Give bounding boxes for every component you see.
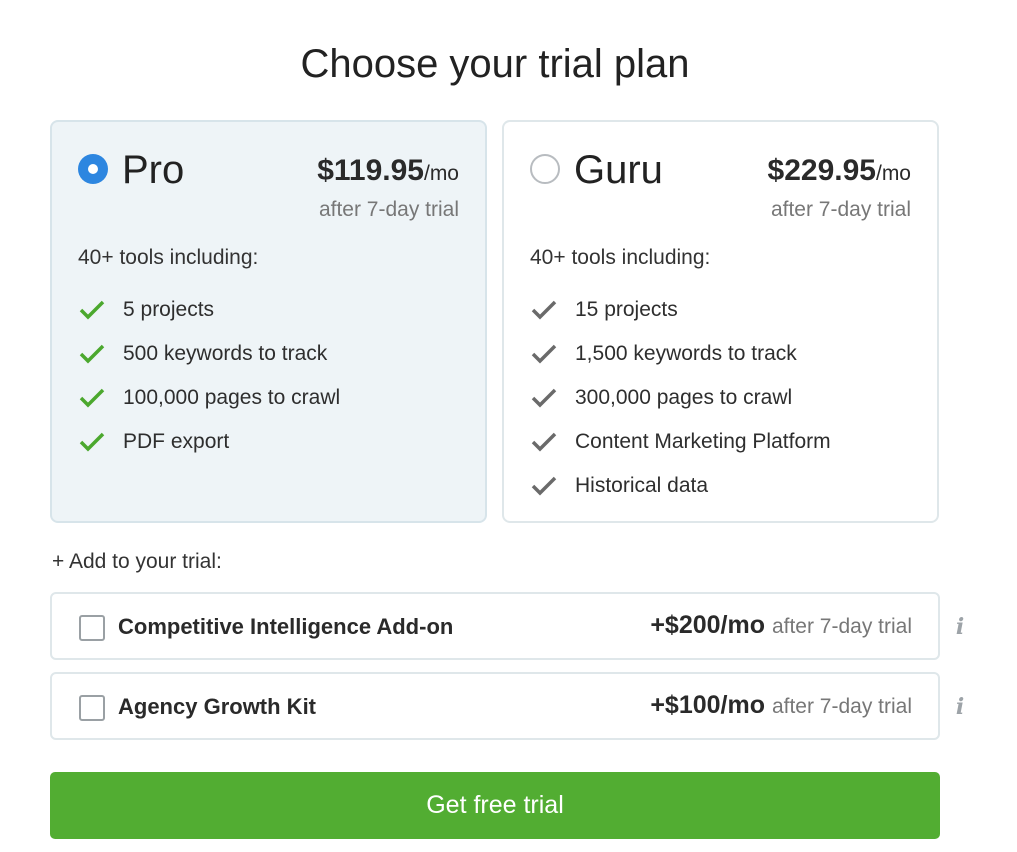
- info-icon[interactable]: i: [952, 694, 968, 720]
- feature-list: 15 projects 1,500 keywords to track 300,…: [530, 288, 831, 508]
- addon-checkbox[interactable]: [79, 695, 105, 721]
- get-free-trial-button[interactable]: Get free trial: [50, 772, 940, 839]
- info-icon[interactable]: i: [952, 614, 968, 640]
- plan-card-pro[interactable]: Pro $119.95/mo after 7-day trial 40+ too…: [50, 120, 487, 523]
- radio-unselected-icon[interactable]: [530, 154, 560, 184]
- checkmark-icon: [79, 388, 105, 408]
- addon-checkbox[interactable]: [79, 615, 105, 641]
- checkmark-icon: [531, 388, 557, 408]
- plan-price: $119.95/mo: [317, 154, 459, 187]
- plan-name: Pro: [122, 148, 185, 192]
- checkmark-icon: [531, 476, 557, 496]
- checkmark-icon: [79, 432, 105, 452]
- addon-price: +$200/mo after 7-day trial: [650, 611, 912, 639]
- plan-trial-note: after 7-day trial: [770, 198, 911, 221]
- page-title: Choose your trial plan: [300, 42, 690, 86]
- feature-item: 100,000 pages to crawl: [78, 376, 340, 420]
- plan-trial-note: after 7-day trial: [318, 198, 459, 221]
- addon-price: +$100/mo after 7-day trial: [650, 691, 912, 719]
- checkmark-icon: [79, 300, 105, 320]
- feature-item: Content Marketing Platform: [530, 420, 831, 464]
- checkmark-icon: [79, 344, 105, 364]
- checkmark-icon: [531, 432, 557, 452]
- plan-card-guru[interactable]: Guru $229.95/mo after 7-day trial 40+ to…: [502, 120, 939, 523]
- addon-name: Competitive Intelligence Add-on: [118, 614, 454, 639]
- plan-name: Guru: [574, 148, 663, 192]
- feature-item: 1,500 keywords to track: [530, 332, 831, 376]
- feature-list: 5 projects 500 keywords to track 100,000…: [78, 288, 340, 464]
- plan-price: $229.95/mo: [767, 154, 911, 187]
- checkmark-icon: [531, 300, 557, 320]
- checkmark-icon: [531, 344, 557, 364]
- addon-competitive-intelligence[interactable]: Competitive Intelligence Add-on +$200/mo…: [50, 592, 940, 660]
- feature-item: PDF export: [78, 420, 340, 464]
- feature-item: 500 keywords to track: [78, 332, 340, 376]
- feature-item: 300,000 pages to crawl: [530, 376, 831, 420]
- tools-heading: 40+ tools including:: [530, 246, 711, 269]
- tools-heading: 40+ tools including:: [78, 246, 259, 269]
- feature-item: 15 projects: [530, 288, 831, 332]
- addon-agency-growth-kit[interactable]: Agency Growth Kit +$100/mo after 7-day t…: [50, 672, 940, 740]
- addon-name: Agency Growth Kit: [118, 694, 317, 719]
- addons-heading: + Add to your trial:: [52, 550, 222, 573]
- feature-item: 5 projects: [78, 288, 340, 332]
- radio-selected-icon[interactable]: [78, 154, 108, 184]
- feature-item: Historical data: [530, 464, 831, 508]
